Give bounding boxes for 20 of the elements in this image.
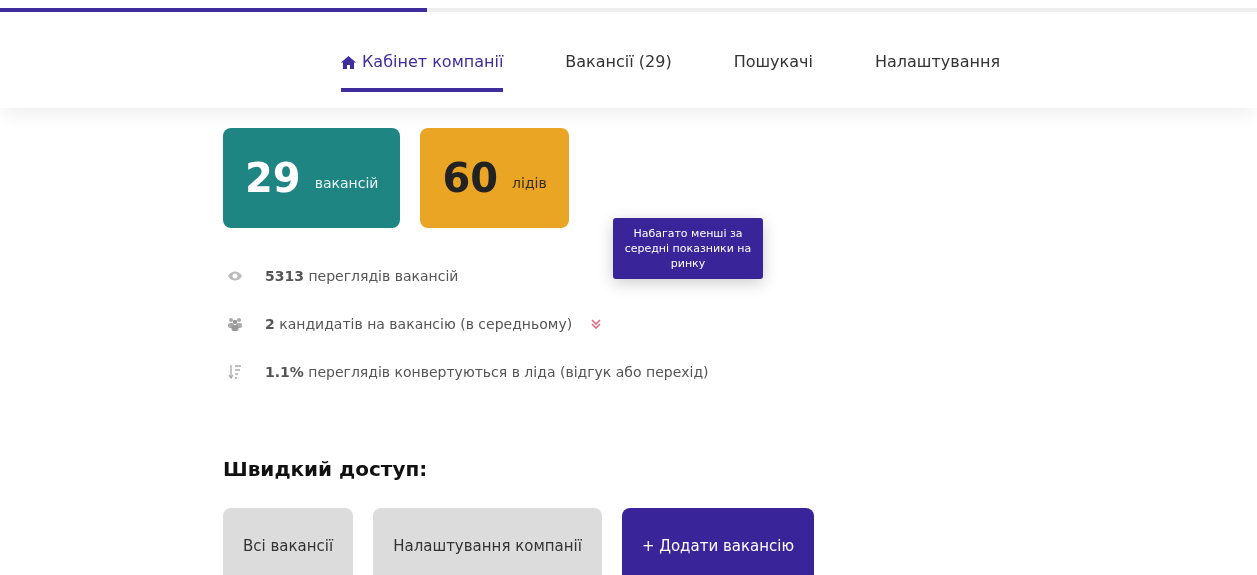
counter-value: 29 bbox=[245, 154, 301, 203]
counter-label: лідів bbox=[512, 173, 547, 193]
nav-tab[interactable]: Налаштування bbox=[874, 50, 1001, 92]
stat-text: 5313 переглядів вакансій bbox=[265, 266, 459, 286]
eye-icon bbox=[227, 270, 243, 282]
quick-access-button[interactable]: + Додати вакансію bbox=[621, 508, 815, 575]
counter-label: вакансій bbox=[314, 173, 379, 193]
stat-text: 2 кандидатів на вакансію (в середньому) bbox=[265, 314, 573, 334]
sort-icon bbox=[228, 364, 242, 380]
people-icon bbox=[227, 317, 243, 331]
nav-tab[interactable]: Пошукачі bbox=[733, 50, 813, 92]
nav-tab[interactable]: Вакансії (29) bbox=[565, 50, 672, 92]
quick-access-button[interactable]: Налаштування компанії bbox=[373, 508, 602, 575]
quick-access-button[interactable]: Всі вакансії bbox=[223, 508, 354, 575]
home-icon bbox=[341, 55, 356, 69]
section-title: Швидкий доступ: bbox=[223, 456, 429, 483]
tooltip: Набагато менші за середні показники на ринку bbox=[613, 218, 763, 279]
stat-text: 1.1% переглядів конвертуються в ліда (відгук або перехід) bbox=[265, 362, 709, 382]
nav-tab[interactable]: Кабінет компанії bbox=[341, 50, 504, 92]
counter-value: 60 bbox=[442, 154, 499, 203]
